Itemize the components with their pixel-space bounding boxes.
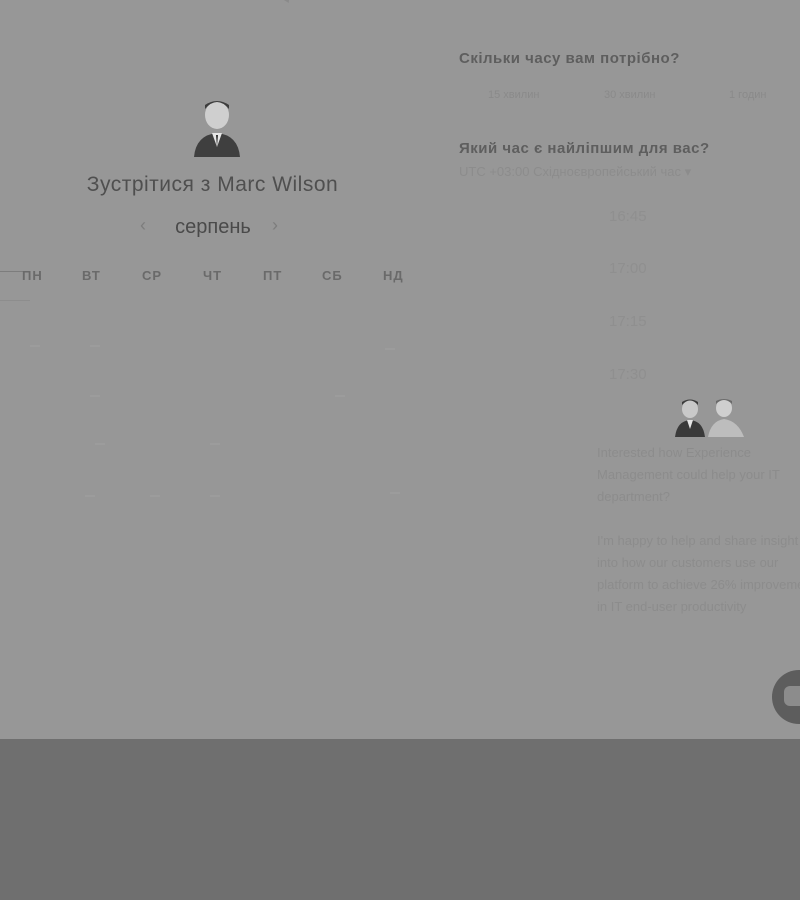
time-slot[interactable]: 17:15 xyxy=(609,313,647,330)
duration-option-30[interactable]: 30 хвилин xyxy=(604,89,655,101)
timezone-label: UTC +03:00 Східноєвропейський час xyxy=(459,164,681,179)
meeting-title: Зустрітися з Marc Wilson xyxy=(86,173,339,196)
chat-icon xyxy=(784,686,800,706)
duration-option-60[interactable]: 1 годин xyxy=(729,89,766,101)
weekday-fri: ПТ xyxy=(263,268,283,283)
chat-launcher-button[interactable] xyxy=(772,670,800,724)
host-avatar xyxy=(190,95,244,157)
weekday-tue: ВТ xyxy=(82,268,101,283)
weekday-sat: СБ xyxy=(322,268,343,283)
weekday-header: ПН ВТ СР ЧТ ПТ СБ НД xyxy=(0,268,430,288)
chat-message-intro: Interested how Experience Management cou… xyxy=(597,445,780,504)
scheduler-panel: Зустрітися з Marc Wilson ‹ серпень › ПН … xyxy=(0,0,800,739)
month-label: серпень xyxy=(175,216,251,238)
month-navigation: ‹ серпень › xyxy=(140,215,285,241)
chat-message-body: I'm happy to help and share insight into… xyxy=(597,533,800,614)
time-slot[interactable]: 17:30 xyxy=(609,366,647,383)
weekday-mon: ПН xyxy=(22,268,43,283)
duration-option-15[interactable]: 15 хвилин xyxy=(488,89,539,101)
chevron-right-icon[interactable]: › xyxy=(272,215,278,236)
weekday-thu: ЧТ xyxy=(203,268,223,283)
chevron-left-icon[interactable]: ‹ xyxy=(140,215,146,236)
top-arrow-decoration xyxy=(266,0,302,9)
weekday-sun: НД xyxy=(383,268,404,283)
time-slot[interactable]: 17:00 xyxy=(609,260,647,277)
page-backdrop xyxy=(0,739,800,900)
agent-avatars xyxy=(672,395,752,437)
timezone-selector[interactable]: UTC +03:00 Східноєвропейський час ▾ xyxy=(459,164,691,180)
weekday-wed: СР xyxy=(142,268,163,283)
time-question: Який час є найліпшим для вас? xyxy=(459,140,710,157)
time-slot[interactable]: 16:45 xyxy=(609,208,647,225)
chevron-down-icon: ▾ xyxy=(684,164,692,179)
duration-question: Скільки часу вам потрібно? xyxy=(459,50,680,67)
chat-message: Interested how Experience Management cou… xyxy=(597,442,800,640)
